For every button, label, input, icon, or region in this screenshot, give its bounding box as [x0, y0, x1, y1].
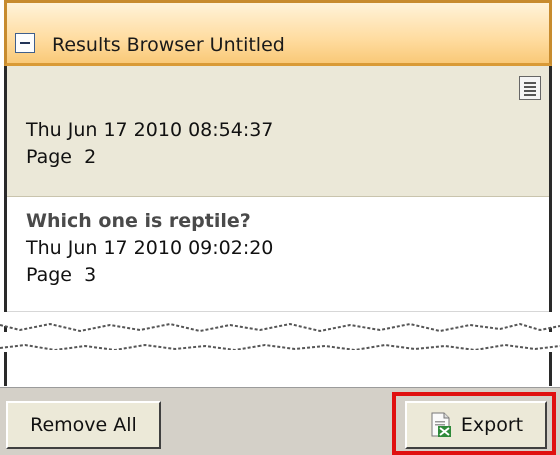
panel-footer: Remove All Export: [0, 387, 560, 455]
torn-edge-divider: [0, 312, 560, 372]
result-title: Which one is reptile?: [26, 210, 251, 232]
result-item[interactable]: Thu Jun 17 2010 08:54:37 Page 2: [7, 66, 549, 197]
result-page: Page 2: [26, 146, 97, 168]
remove-all-button[interactable]: Remove All: [6, 401, 161, 449]
results-browser-panel: Results Browser Untitled Thu Jun 17 2010…: [0, 0, 560, 455]
minus-box-icon[interactable]: [15, 33, 35, 53]
result-timestamp: Thu Jun 17 2010 09:02:20: [26, 237, 274, 259]
notes-icon[interactable]: [519, 76, 541, 100]
excel-export-icon: [429, 412, 453, 438]
result-timestamp: Thu Jun 17 2010 08:54:37: [26, 119, 274, 141]
export-label: Export: [460, 414, 524, 436]
export-button[interactable]: Export: [405, 401, 547, 449]
result-page: Page 3: [26, 264, 97, 286]
panel-header: Results Browser Untitled: [4, 0, 552, 66]
result-item[interactable]: Which one is reptile? Thu Jun 17 2010 09…: [7, 198, 549, 312]
panel-title: Results Browser Untitled: [52, 34, 285, 56]
